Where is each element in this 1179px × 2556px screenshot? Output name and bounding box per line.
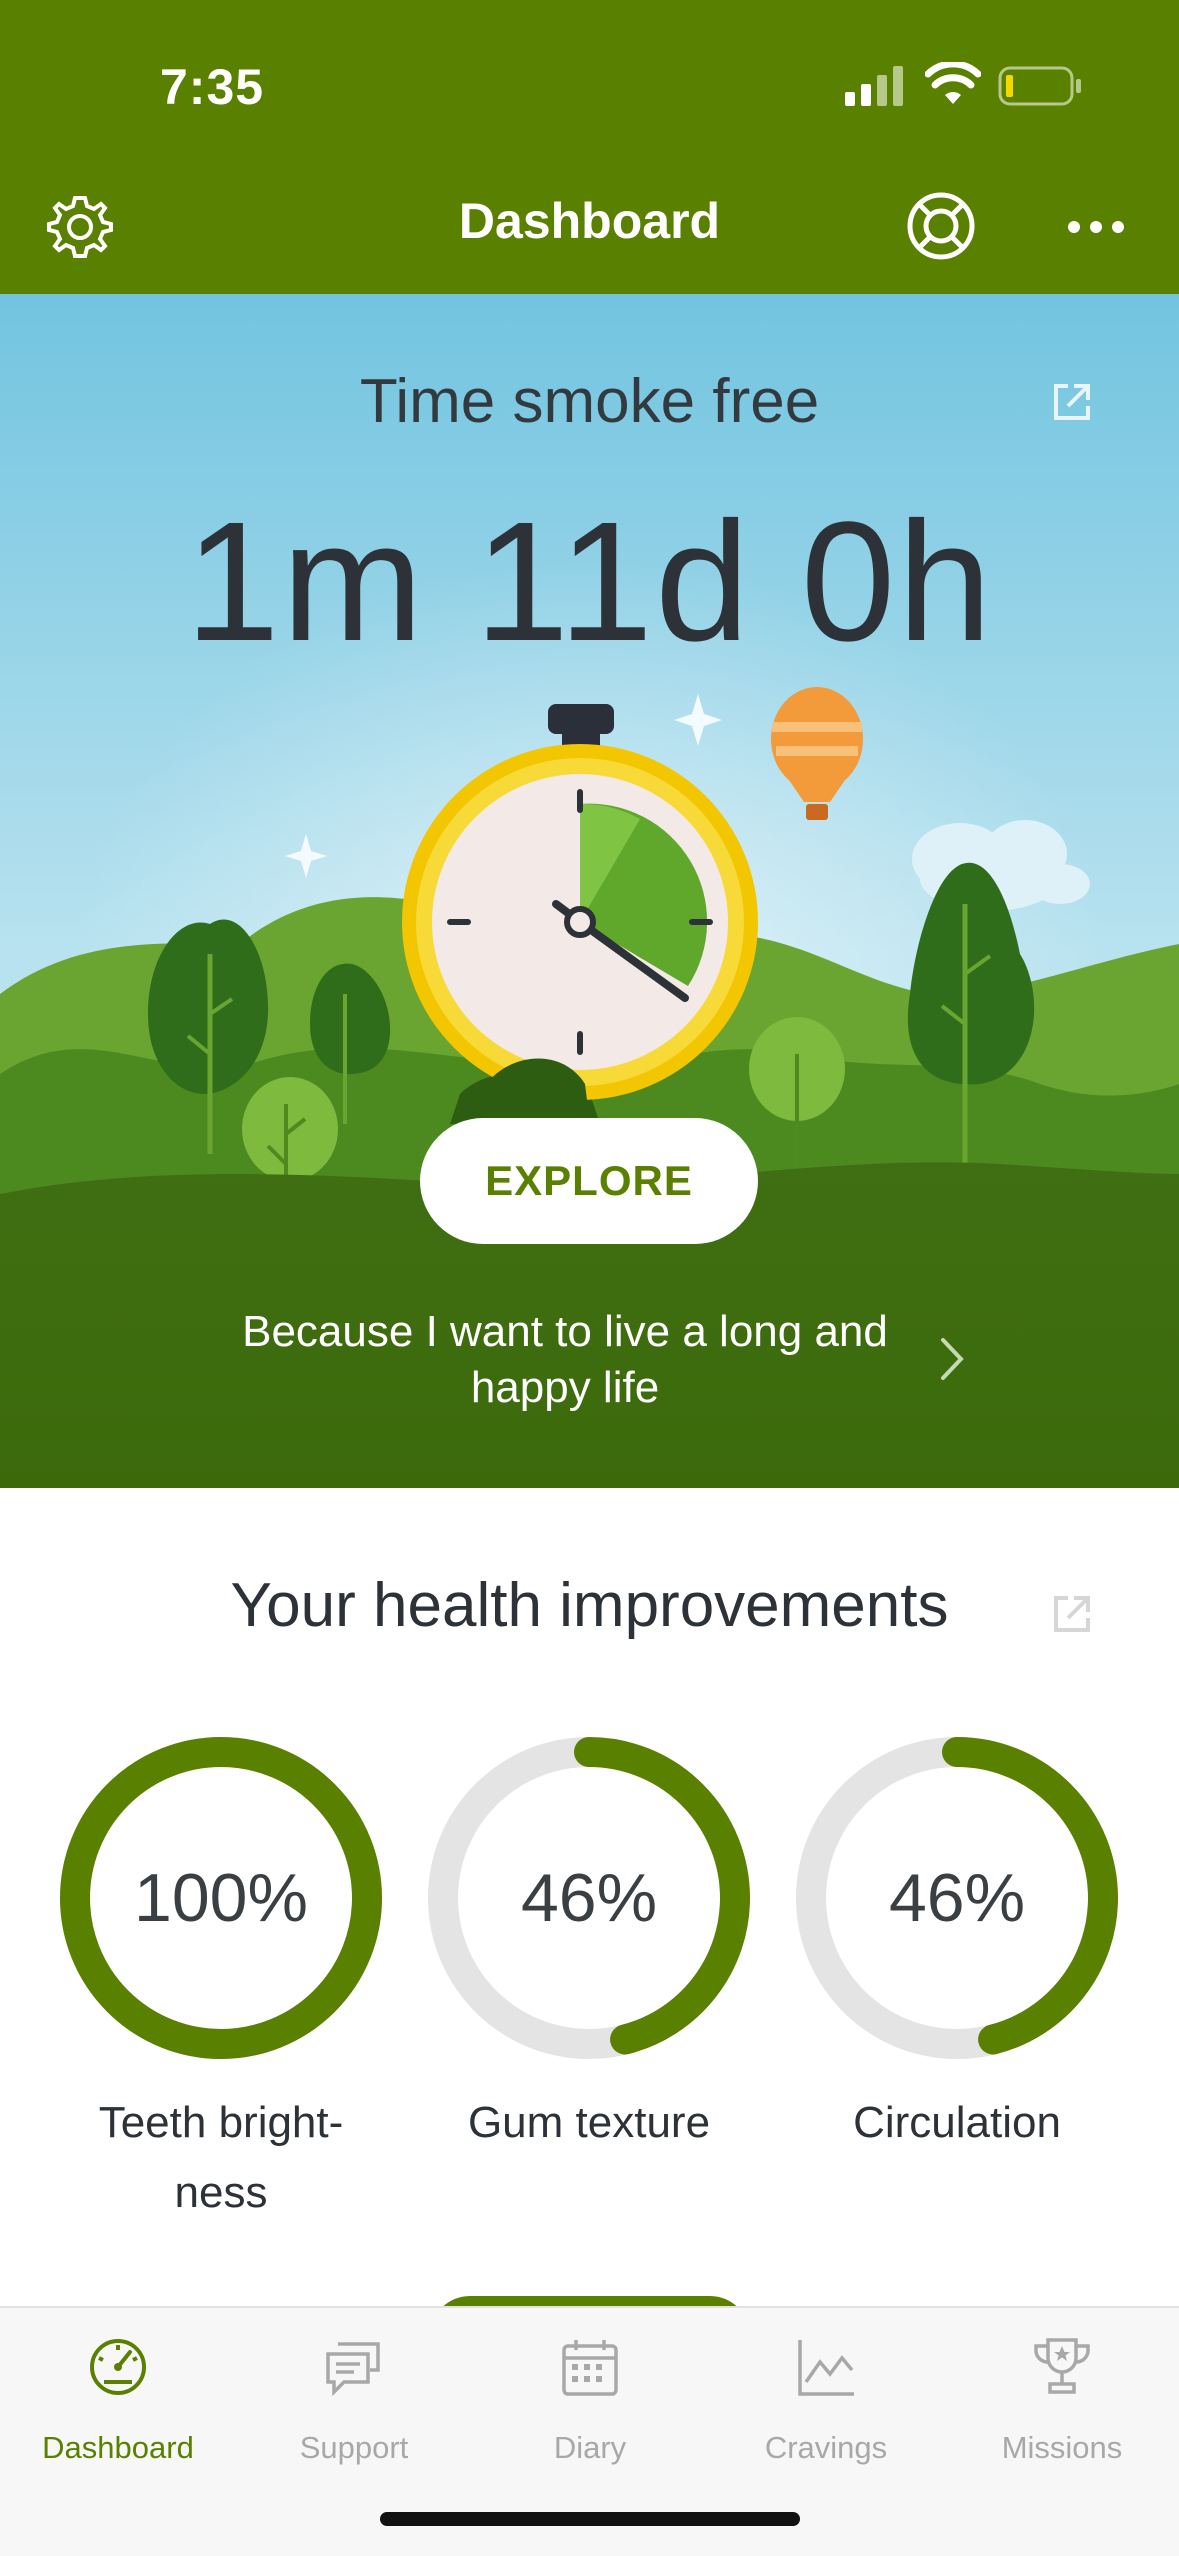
trophy-icon bbox=[1034, 2338, 1090, 2394]
share-icon[interactable] bbox=[1052, 1594, 1092, 1634]
health-value: 46% bbox=[520, 1860, 658, 1936]
gauge-icon bbox=[90, 2339, 146, 2395]
wifi-icon bbox=[925, 62, 981, 104]
tab-label: Diary bbox=[553, 2430, 627, 2465]
explore-button[interactable]: EXPLORE bbox=[420, 1118, 758, 1244]
health-ring-circulation[interactable]: 46% bbox=[794, 1735, 1120, 2061]
chevron-right-icon[interactable] bbox=[935, 1334, 969, 1384]
tab-label: Support bbox=[299, 2430, 409, 2465]
chat-icon bbox=[326, 2342, 380, 2397]
hero-title: Time smoke free bbox=[359, 367, 820, 436]
page-title: Dashboard bbox=[458, 193, 721, 249]
health-value: 46% bbox=[888, 1860, 1026, 1936]
tab-dashboard[interactable]: Dashboard bbox=[0, 2328, 236, 2478]
tab-label: Missions bbox=[1001, 2430, 1123, 2465]
tab-label: Cravings bbox=[764, 2430, 888, 2465]
battery-icon bbox=[998, 66, 1081, 106]
health-label: Teeth bright- ness bbox=[98, 2098, 344, 2217]
lifebuoy-icon[interactable] bbox=[905, 190, 977, 262]
health-ring-gum[interactable]: 46% bbox=[426, 1735, 752, 2061]
tab-cravings[interactable]: Cravings bbox=[708, 2328, 944, 2478]
tab-support[interactable]: Support bbox=[236, 2328, 472, 2478]
status-time: 7:35 bbox=[160, 59, 265, 115]
tab-missions[interactable]: Missions bbox=[944, 2328, 1179, 2478]
health-value: 100% bbox=[134, 1860, 308, 1936]
health-label: Gum texture bbox=[467, 2098, 711, 2147]
tab-label: Dashboard bbox=[42, 2430, 194, 2465]
share-icon[interactable] bbox=[1052, 382, 1092, 422]
smoke-free-hero: Time smoke free 1m 11d 0h EXPLORE Becaus… bbox=[0, 294, 1179, 1488]
top-bar: 7:35 Dashboard bbox=[0, 0, 1179, 294]
chart-icon bbox=[798, 2340, 854, 2396]
health-label: Circulation bbox=[853, 2098, 1061, 2147]
home-indicator bbox=[380, 2512, 800, 2526]
motivation-link[interactable]: Because I want to live a long and happy … bbox=[195, 1304, 935, 1416]
health-ring-teeth[interactable]: 100% bbox=[58, 1735, 384, 2061]
calendar-icon bbox=[562, 2340, 618, 2396]
cellular-signal-icon bbox=[845, 66, 903, 106]
tab-diary[interactable]: Diary bbox=[472, 2328, 708, 2478]
smoke-free-duration: 1m 11d 0h bbox=[185, 487, 994, 677]
more-icon[interactable] bbox=[1066, 212, 1126, 242]
health-section-title: Your health improvements bbox=[230, 1571, 949, 1640]
